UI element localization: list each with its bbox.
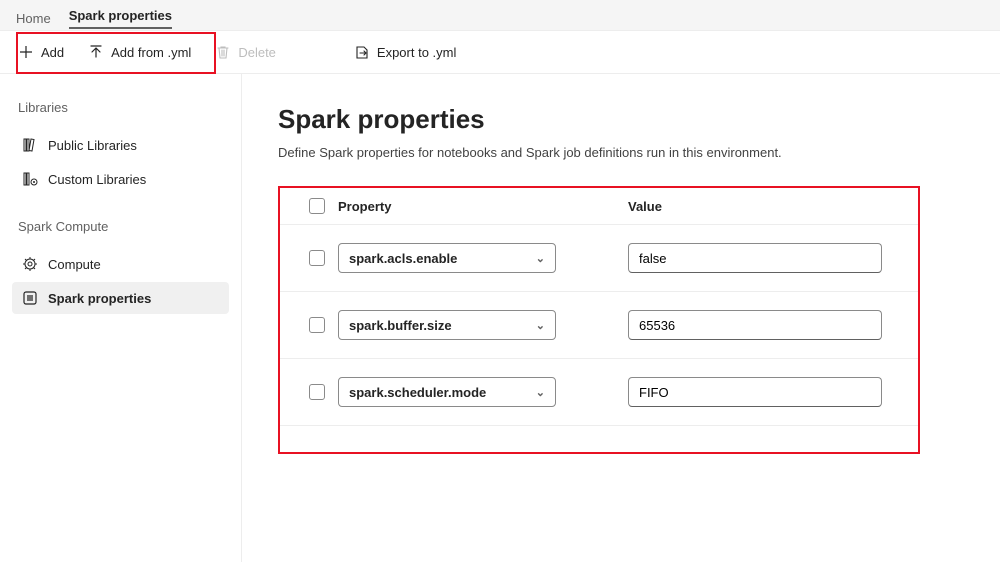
breadcrumb-current[interactable]: Spark properties	[69, 8, 172, 29]
add-button[interactable]: Add	[18, 44, 64, 60]
trash-icon	[215, 44, 231, 60]
sidebar-heading-libraries: Libraries	[18, 100, 223, 115]
table-header: Property Value	[280, 188, 918, 225]
property-select[interactable]: spark.acls.enable ⌄	[338, 243, 556, 273]
toolbar: Add Add from .yml Delete Export to .yml	[0, 30, 1000, 74]
books-gear-icon	[22, 171, 38, 187]
add-from-yml-button[interactable]: Add from .yml	[88, 44, 191, 60]
sidebar-item-label: Compute	[48, 257, 101, 272]
export-icon	[354, 44, 370, 60]
chevron-down-icon: ⌄	[536, 319, 545, 332]
sidebar-item-compute[interactable]: Compute	[12, 248, 229, 280]
property-select[interactable]: spark.scheduler.mode ⌄	[338, 377, 556, 407]
sidebar-item-custom-libraries[interactable]: Custom Libraries	[12, 163, 229, 195]
gear-icon	[22, 256, 38, 272]
sidebar-item-label: Custom Libraries	[48, 172, 146, 187]
export-yml-label: Export to .yml	[377, 45, 456, 60]
sidebar-item-public-libraries[interactable]: Public Libraries	[12, 129, 229, 161]
properties-table: Property Value spark.acls.enable ⌄	[280, 188, 918, 452]
chevron-down-icon: ⌄	[536, 252, 545, 265]
content-area: Libraries Public Libraries Custom Librar…	[0, 74, 1000, 562]
table-row: spark.buffer.size ⌄	[280, 292, 918, 359]
annotation-highlight-table: Property Value spark.acls.enable ⌄	[278, 186, 920, 454]
sidebar: Libraries Public Libraries Custom Librar…	[0, 74, 242, 562]
chevron-down-icon: ⌄	[536, 386, 545, 399]
row-checkbox[interactable]	[309, 384, 325, 400]
row-checkbox[interactable]	[309, 250, 325, 266]
property-select-label: spark.acls.enable	[349, 251, 457, 266]
breadcrumb-home[interactable]: Home	[16, 11, 51, 26]
main: Spark properties Define Spark properties…	[242, 74, 1000, 562]
delete-label: Delete	[238, 45, 276, 60]
books-icon	[22, 137, 38, 153]
page-description: Define Spark properties for notebooks an…	[278, 145, 964, 160]
sidebar-item-spark-properties[interactable]: Spark properties	[12, 282, 229, 314]
delete-button: Delete	[215, 44, 276, 60]
property-select-label: spark.scheduler.mode	[349, 385, 486, 400]
property-select[interactable]: spark.buffer.size ⌄	[338, 310, 556, 340]
sidebar-heading-spark-compute: Spark Compute	[18, 219, 223, 234]
breadcrumb: Home Spark properties	[0, 0, 1000, 30]
value-input[interactable]	[628, 310, 882, 340]
page-title: Spark properties	[278, 104, 964, 135]
table-row: spark.acls.enable ⌄	[280, 225, 918, 292]
value-input[interactable]	[628, 243, 882, 273]
property-select-label: spark.buffer.size	[349, 318, 452, 333]
add-from-yml-label: Add from .yml	[111, 45, 191, 60]
select-all-checkbox[interactable]	[309, 198, 325, 214]
export-yml-button[interactable]: Export to .yml	[354, 44, 456, 60]
plus-icon	[18, 44, 34, 60]
row-checkbox[interactable]	[309, 317, 325, 333]
add-label: Add	[41, 45, 64, 60]
upload-icon	[88, 44, 104, 60]
sidebar-item-label: Public Libraries	[48, 138, 137, 153]
value-input[interactable]	[628, 377, 882, 407]
sidebar-item-label: Spark properties	[48, 291, 151, 306]
list-icon	[22, 290, 38, 306]
value-header: Value	[628, 199, 902, 214]
table-row: spark.scheduler.mode ⌄	[280, 359, 918, 426]
property-header: Property	[338, 199, 628, 214]
